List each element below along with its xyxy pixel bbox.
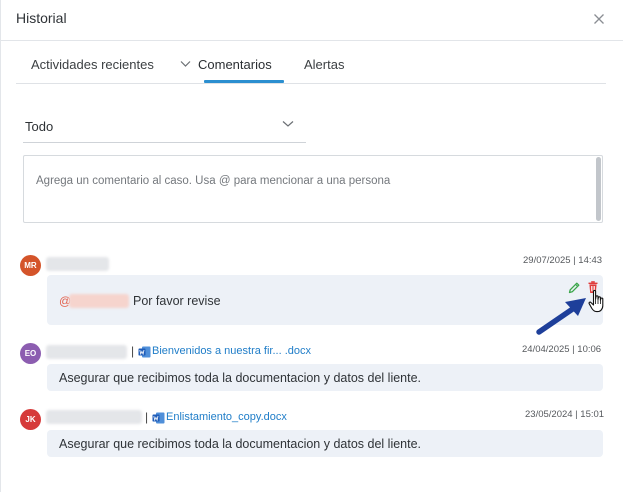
comment-timestamp: 24/04/2025 | 10:06 [522,344,602,355]
attachment-link[interactable]: Enlistamiento_copy.docx [166,411,287,423]
comment-bubble: Asegurar que recibimos toda la documenta… [47,430,603,457]
word-document-icon [138,346,151,358]
annotation-arrow [536,298,586,335]
filter-selected-value: Todo [25,119,54,134]
tab-bar: Actividades recientes Comentarios Alerta… [16,42,606,84]
comment-bubble: @ Por favor revise [47,275,603,325]
panel-header: Historial [1,0,623,41]
active-tab-indicator [204,80,284,83]
attachment-link[interactable]: Bienvenidos a nuestra fir... .docx [152,345,311,357]
comment-timestamp: 23/05/2024 | 15:01 [525,409,605,420]
comment-filter-select[interactable]: Todo [23,109,306,143]
author-name-redacted [46,345,127,359]
comment-input[interactable]: Agrega un comentario al caso. Usa @ para… [23,155,603,223]
chevron-down-icon [282,121,294,127]
author-name-redacted [46,257,109,271]
history-panel: Historial Actividades recientes Comentar… [0,0,623,492]
tab-comments[interactable]: Comentarios [198,57,272,72]
author-name-redacted [46,410,142,424]
separator: | [145,410,149,424]
separator: | [131,344,135,358]
tab-alerts[interactable]: Alertas [304,57,344,72]
comment-timestamp: 29/07/2025 | 14:43 [523,255,603,266]
tab-recent-activities[interactable]: Actividades recientes [31,57,191,72]
avatar: MR [20,255,41,276]
word-document-icon [152,412,165,424]
comment-input-placeholder: Agrega un comentario al caso. Usa @ para… [36,175,391,187]
comment-bubble: Asegurar que recibimos toda la documenta… [47,364,603,391]
avatar: EO [20,343,41,364]
tab-recent-activities-label: Actividades recientes [31,57,154,72]
chevron-down-icon [180,61,191,67]
mention-name-redacted [69,294,129,308]
close-icon[interactable] [591,11,607,27]
avatar: JK [20,409,41,430]
comment-text: Asegurar que recibimos toda la documenta… [59,437,422,451]
comment-input-scrollbar[interactable] [596,157,601,221]
panel-title: Historial [16,10,67,26]
comment-text: Por favor revise [133,294,221,308]
hand-cursor-icon [588,289,604,313]
comment-text: Asegurar que recibimos toda la documenta… [59,371,422,385]
